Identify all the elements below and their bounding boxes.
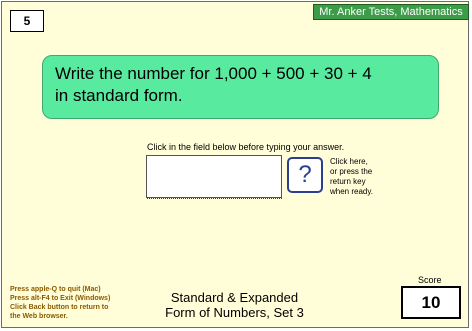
question-line-1: Write the number for 1,000 + 500 + 30 + … bbox=[55, 64, 372, 83]
question-line-2: in standard form. bbox=[55, 86, 183, 105]
question-number: 5 bbox=[10, 10, 44, 32]
answer-field[interactable] bbox=[146, 155, 282, 198]
help-text-line: when ready. bbox=[330, 187, 373, 196]
quit-note-line: Click Back button to return to bbox=[10, 304, 109, 311]
quit-note-line: Press apple-Q to quit (Mac) bbox=[10, 286, 101, 293]
test-title: Standard & Expanded Form of Numbers, Set… bbox=[142, 290, 327, 320]
header-badge: Mr. Anker Tests, Mathematics bbox=[313, 4, 469, 20]
help-text-line: or press the bbox=[330, 167, 373, 176]
score-label: Score bbox=[418, 275, 442, 285]
answer-field-underline bbox=[147, 198, 282, 199]
question-prompt: Write the number for 1,000 + 500 + 30 + … bbox=[42, 55, 439, 119]
question-mark-icon: ? bbox=[298, 161, 312, 188]
quit-note-line: Press alt-F4 to Exit (Windows) bbox=[10, 295, 111, 302]
answer-instruction: Click in the field below before typing y… bbox=[147, 142, 345, 152]
score-value: 10 bbox=[401, 286, 461, 319]
test-card: 5 Mr. Anker Tests, Mathematics Write the… bbox=[1, 1, 469, 328]
test-title-line-1: Standard & Expanded bbox=[170, 290, 299, 305]
help-text: Click here, or press the return key when… bbox=[330, 157, 390, 197]
help-button[interactable]: ? bbox=[287, 157, 323, 193]
test-title-line-2: Form of Numbers, Set 3 bbox=[165, 305, 304, 320]
quit-instructions: Press apple-Q to quit (Mac) Press alt-F4… bbox=[10, 285, 140, 321]
help-text-line: return key bbox=[330, 177, 366, 186]
quit-note-line: the Web browser. bbox=[10, 313, 68, 320]
help-text-line: Click here, bbox=[330, 157, 368, 166]
